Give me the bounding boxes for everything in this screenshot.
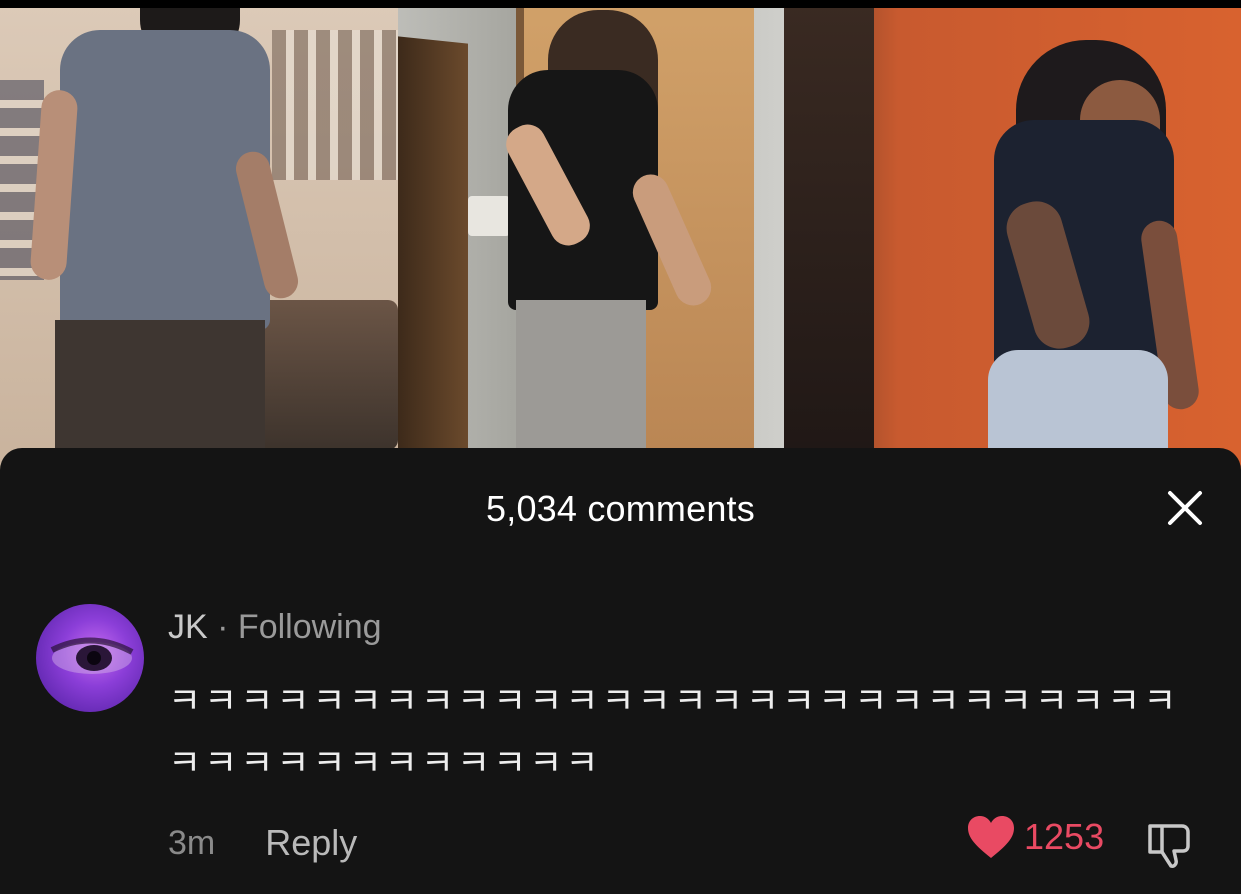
following-label: Following (237, 608, 382, 646)
avatar[interactable] (36, 604, 144, 712)
person-pants (516, 300, 646, 470)
bed (260, 300, 398, 450)
wall-posters (272, 30, 398, 180)
open-door-edge (398, 36, 468, 470)
comments-sheet: 5,034 comments JK · Following ㅋㅋㅋㅋㅋㅋㅋㅋㅋㅋ… (0, 448, 1241, 894)
comment-header: JK · Following (168, 608, 382, 647)
comment-text: ㅋㅋㅋㅋㅋㅋㅋㅋㅋㅋㅋㅋㅋㅋㅋㅋㅋㅋㅋㅋㅋㅋㅋㅋㅋㅋㅋㅋㅋㅋㅋㅋㅋㅋㅋㅋㅋㅋㅋㅋ (168, 680, 1180, 783)
dark-door-frame (784, 0, 874, 470)
comment-username[interactable]: JK (168, 608, 208, 646)
heart-icon (968, 816, 1014, 858)
close-icon[interactable] (1163, 486, 1207, 530)
video-panel-2[interactable] (398, 0, 784, 470)
light-switch (468, 196, 510, 236)
thumbs-down-icon[interactable] (1144, 820, 1194, 870)
eye-icon (50, 637, 134, 674)
comment-meta: 3m Reply (168, 822, 357, 864)
video-panel-3[interactable] (784, 0, 1241, 470)
status-bar (0, 0, 1241, 8)
video-panel-1[interactable] (0, 0, 398, 470)
separator: · (217, 608, 229, 646)
video-preview-strip[interactable] (0, 0, 1241, 470)
comment-timestamp: 3m (168, 823, 216, 862)
reply-button[interactable]: Reply (265, 822, 357, 864)
comments-count-title: 5,034 comments (486, 488, 755, 529)
like-button[interactable]: 1253 (966, 814, 1104, 860)
like-count: 1253 (1024, 816, 1105, 857)
